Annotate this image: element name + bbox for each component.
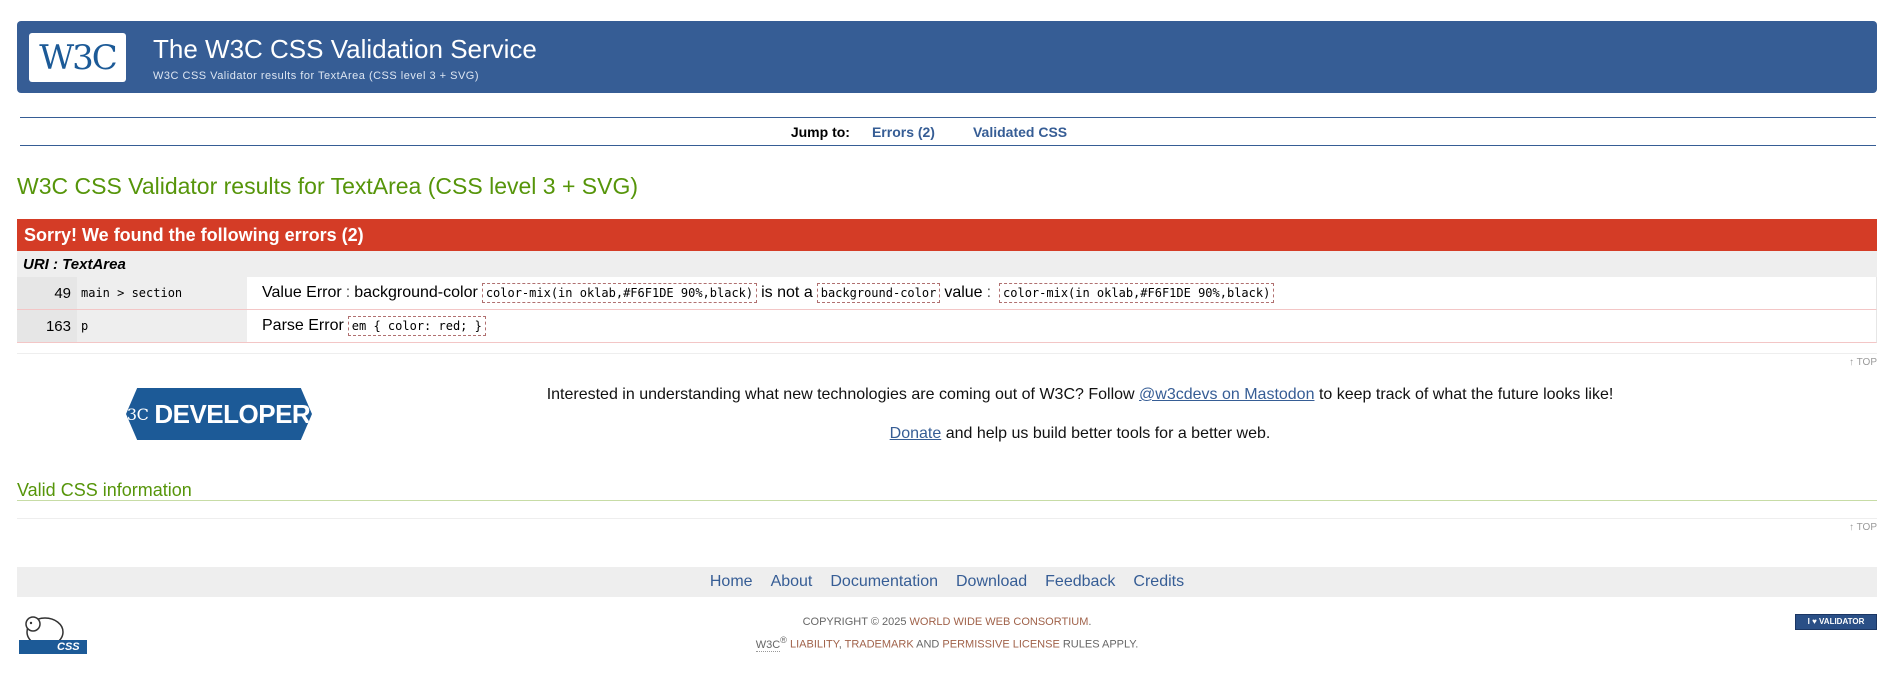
donate-link[interactable]: Donate: [890, 425, 942, 442]
error-panel: Sorry! We found the following errors (2)…: [17, 219, 1877, 343]
page-subtitle: W3C CSS Validator results for TextArea (…: [153, 70, 480, 82]
footer-link-credits[interactable]: Credits: [1133, 573, 1184, 591]
jump-label: Jump to:: [790, 123, 850, 140]
copyright-rules: RULES APPLY.: [1062, 638, 1139, 651]
error-row: 49 main > section Value Error : backgrou…: [17, 277, 1877, 310]
registered-mark: ®: [780, 635, 787, 645]
footer-link-feedback[interactable]: Feedback: [1045, 573, 1115, 591]
jump-link-errors[interactable]: Errors (2): [872, 124, 935, 140]
results-heading: W3C CSS Validator results for TextArea (…: [17, 173, 639, 199]
header-banner: W3C The W3C CSS Validation Service W3C C…: [17, 21, 1877, 93]
footer-link-home[interactable]: Home: [710, 573, 753, 591]
error-value-code-2: color-mix(in oklab,#F6F1DE 90%,black): [999, 283, 1275, 303]
mastodon-link[interactable]: @w3cdevs on Mastodon: [1139, 386, 1314, 403]
valid-css-heading[interactable]: Valid CSS information: [17, 480, 192, 501]
error-code: em { color: red; }: [347, 316, 486, 336]
error-separator: :: [345, 284, 351, 301]
uri-row: URI : TextArea: [17, 251, 1877, 277]
consortium-link[interactable]: WORLD WIDE WEB CONSORTIUM: [910, 616, 1089, 628]
liability-link[interactable]: LIABILITY: [790, 639, 839, 651]
promo-line1-before: Interested in understanding what new tec…: [546, 386, 1135, 403]
error-property: background-color: [354, 284, 478, 301]
w3c-logo[interactable]: W3C: [29, 33, 126, 82]
promo-line2-after: and help us build better tools for a bet…: [945, 425, 1271, 442]
error-text-not-a: is not a: [761, 284, 813, 301]
page-title[interactable]: The W3C CSS Validation Service: [153, 34, 537, 65]
error-message: Parse Error em { color: red; }: [247, 310, 1876, 342]
back-to-top-link[interactable]: ↑ TOP: [1849, 522, 1877, 533]
error-header: Sorry! We found the following errors (2): [17, 219, 1877, 251]
back-to-top-link[interactable]: ↑ TOP: [1849, 357, 1877, 368]
error-type: Value Error: [262, 284, 342, 301]
footer-link-documentation[interactable]: Documentation: [830, 573, 938, 591]
error-text-value: value: [944, 284, 983, 301]
valid-css-rule: [17, 500, 1877, 501]
error-property-code: background-color: [816, 283, 941, 303]
i-love-validator-badge[interactable]: I ♥ VALIDATOR: [1795, 614, 1877, 630]
error-line-number: 163: [17, 310, 77, 342]
w3c-abbr: W3C: [755, 638, 781, 652]
error-line-number: 49: [17, 277, 77, 309]
w3c-mini-logo: W3C: [110, 404, 149, 424]
error-message: Value Error : background-color color-mix…: [247, 277, 1876, 309]
error-type: Parse Error: [262, 317, 344, 334]
copyright-prefix: COPYRIGHT © 2025: [802, 616, 907, 628]
error-row: 163 p Parse Error em { color: red; }: [17, 310, 1877, 343]
w3c-developers-logo[interactable]: W3C DEVELOPERS: [126, 388, 312, 440]
promo-text: Interested in understanding what new tec…: [340, 386, 1820, 464]
footer-navigation: Home About Documentation Download Feedba…: [17, 567, 1877, 597]
error-context: p: [77, 310, 247, 342]
footer-link-download[interactable]: Download: [956, 573, 1027, 591]
error-value-code: color-mix(in oklab,#F6F1DE 90%,black): [481, 283, 758, 303]
jump-navigation: Jump to: Errors (2) Validated CSS: [20, 117, 1876, 146]
permissive-license-link[interactable]: PERMISSIVE LICENSE: [942, 639, 1059, 651]
copyright: COPYRIGHT © 2025 WORLD WIDE WEB CONSORTI…: [755, 616, 1139, 652]
developers-text: DEVELOPERS: [154, 398, 328, 429]
w3c-logo-text: W3C: [39, 37, 118, 78]
jump-link-validated-css[interactable]: Validated CSS: [973, 124, 1067, 140]
error-context: main > section: [77, 277, 247, 309]
divider: [17, 353, 1877, 354]
divider: [17, 518, 1877, 519]
copyright-and: AND: [916, 638, 940, 651]
error-separator-2: :: [986, 284, 992, 301]
footer-link-about[interactable]: About: [771, 573, 813, 591]
promo-line1-after: to keep track of what the future looks l…: [1318, 386, 1614, 403]
trademark-link[interactable]: TRADEMARK: [845, 639, 914, 651]
